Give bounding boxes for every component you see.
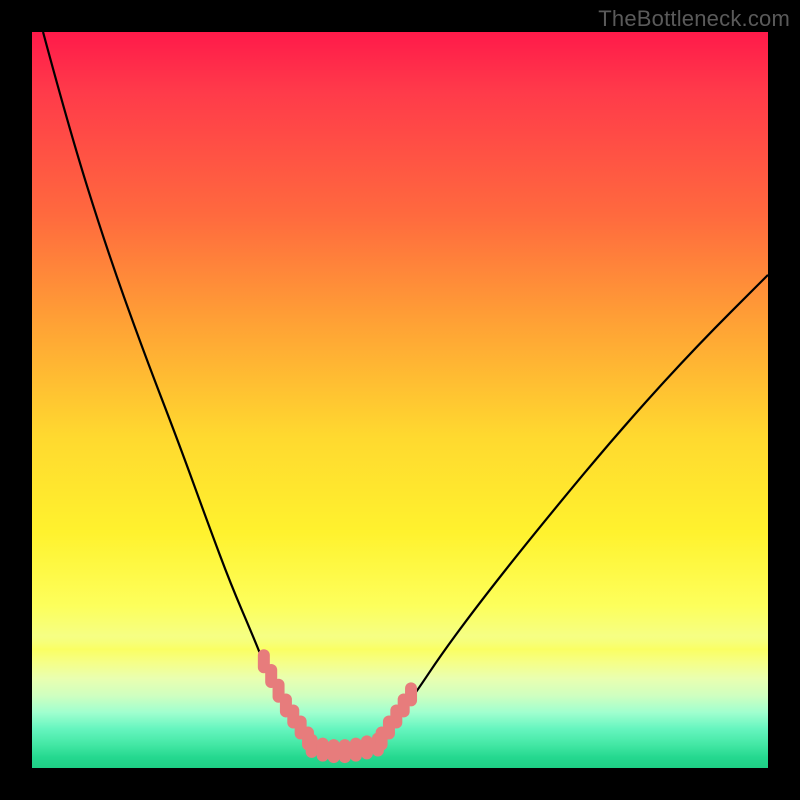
highlight-markers [258, 649, 417, 763]
plot-area [32, 32, 768, 768]
watermark-text: TheBottleneck.com [598, 6, 790, 32]
curve-right [378, 275, 768, 742]
chart-frame: TheBottleneck.com [0, 0, 800, 800]
marker-dot [328, 739, 340, 763]
marker-dot [350, 738, 362, 762]
marker-dot [405, 682, 417, 706]
marker-dot [317, 738, 329, 762]
marker-dot [361, 735, 373, 759]
marker-dot [306, 734, 318, 758]
curve-left [43, 32, 312, 742]
marker-dot [339, 739, 351, 763]
curve-layer [32, 32, 768, 768]
